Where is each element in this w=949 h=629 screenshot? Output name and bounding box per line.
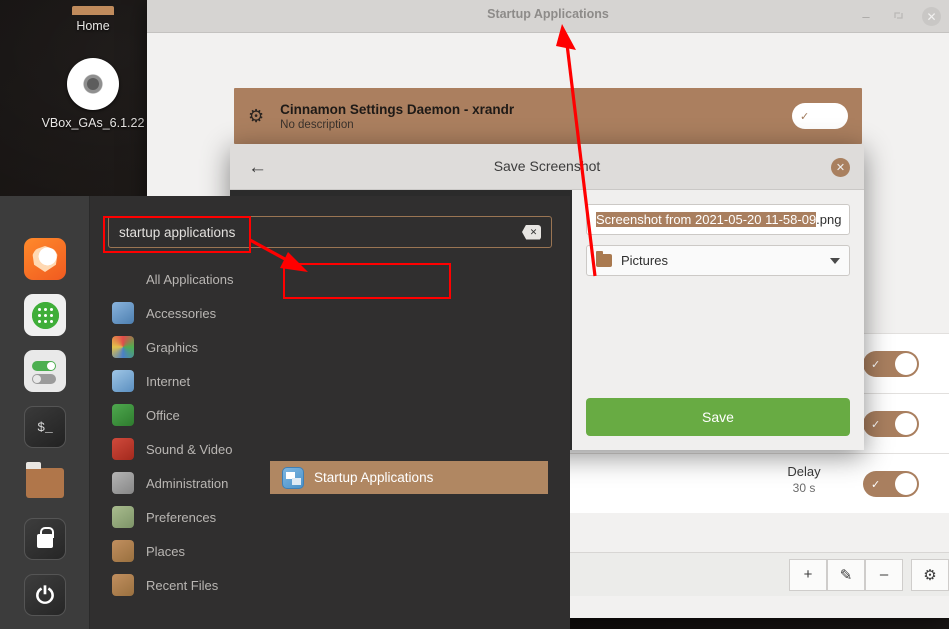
remove-button[interactable]: – (865, 558, 903, 591)
row-toggle[interactable]: ✓ (863, 351, 919, 377)
dock-item-files[interactable] (24, 462, 66, 504)
lock-icon (37, 527, 54, 548)
dialog-header: ← Save Screenshot ✕ (230, 144, 864, 190)
filename-selected-text: Screenshot from 2021-05-20 11-58-09 (596, 212, 817, 227)
sidebar-item-label: Preferences (146, 509, 217, 525)
sidebar-item-preferences[interactable]: Preferences (108, 500, 318, 534)
gear-icon: ⚙ (923, 566, 937, 584)
left-dock-panel: $_ ⏻ (0, 196, 90, 629)
chevron-down-icon (830, 257, 840, 264)
scissors-icon (112, 302, 134, 324)
cinnamon-menu-popup: startup applications ✕ All Applications … (90, 196, 570, 629)
menu-result-label: Startup Applications (314, 470, 434, 485)
sidebar-item-internet[interactable]: Internet (108, 364, 318, 398)
toggle-knob (895, 353, 917, 375)
dialog-form: Screenshot from 2021-05-20 11-58-09 .png … (572, 190, 864, 450)
dock-item-lock[interactable] (24, 518, 66, 560)
sidebar-item-label: Accessories (146, 305, 217, 321)
play-icon (112, 438, 134, 460)
toggle-knob (895, 473, 917, 495)
add-button[interactable]: + (789, 558, 827, 591)
sidebar-item-label: Recent Files (146, 577, 219, 593)
palette-icon (112, 336, 134, 358)
sidebar-item-recent-files[interactable]: Recent Files (108, 568, 318, 602)
sliders-icon (112, 472, 134, 494)
maximize-button[interactable] (890, 10, 906, 23)
folder-icon (112, 540, 134, 562)
desktop-icon-vbox[interactable]: VBox_GAs_6.1.22 (38, 58, 148, 130)
sidebar-item-places[interactable]: Places (108, 534, 318, 568)
options-button[interactable]: ⚙ (911, 558, 949, 591)
clear-search-icon[interactable]: ✕ (522, 224, 541, 240)
sidebar-item-label: Sound & Video (146, 441, 233, 457)
power-icon: ⏻ (35, 581, 55, 608)
annotation-box-result (283, 263, 451, 299)
folder-icon (26, 462, 64, 498)
desktop-icon-home[interactable]: Home (38, 6, 148, 33)
sidebar-item-graphics[interactable]: Graphics (108, 330, 318, 364)
terminal-icon: $_ (37, 419, 53, 435)
sidebar-item-label: Administration (146, 475, 229, 491)
apps-grid-icon (31, 301, 59, 329)
row-delay-label: Delay (787, 464, 821, 479)
home-folder-icon (72, 6, 114, 15)
folder-icon (596, 251, 612, 267)
check-icon: ✓ (871, 418, 881, 431)
menu-category-list: All Applications Accessories Graphics In… (108, 262, 318, 602)
filename-extension: .png (816, 212, 842, 227)
menu-result-startup-applications[interactable]: Startup Applications (270, 461, 548, 494)
sidebar-item-office[interactable]: Office (108, 398, 318, 432)
sidebar-item-label: Graphics (146, 339, 199, 355)
clock-folder-icon (112, 574, 134, 596)
close-button[interactable]: ✕ (922, 7, 941, 26)
window-titlebar[interactable]: Startup Applications – ✕ (147, 0, 949, 33)
location-field-row: Pictures (586, 245, 850, 276)
filename-field-row: Screenshot from 2021-05-20 11-58-09 .png (586, 204, 850, 235)
dock-item-firefox[interactable] (24, 238, 66, 280)
row-delay-value: 30 s (792, 481, 816, 495)
document-icon (112, 404, 134, 426)
startup-applications-icon (282, 466, 304, 489)
edit-button[interactable]: ✎ (827, 558, 865, 591)
filename-input[interactable]: Screenshot from 2021-05-20 11-58-09 .png (586, 204, 850, 235)
check-icon: ✓ (871, 478, 881, 491)
sidebar-item-label: Internet (146, 373, 191, 389)
dock-item-applications[interactable] (24, 294, 66, 336)
check-icon: ✓ (871, 358, 881, 371)
toggles-icon (112, 506, 134, 528)
page-title: Startup Applications (487, 7, 609, 21)
optical-disc-icon (67, 58, 119, 110)
dock-item-terminal[interactable]: $_ (24, 406, 66, 448)
desktop-icon-vbox-label: VBox_GAs_6.1.22 (41, 116, 145, 130)
sidebar-item-label: Places (146, 543, 186, 559)
desktop-icon-home-label: Home (76, 19, 110, 33)
sidebar-item-label: All Applications (146, 271, 234, 287)
location-select[interactable]: Pictures (586, 245, 850, 276)
save-button[interactable]: Save (586, 398, 850, 436)
location-label: Pictures (621, 253, 668, 268)
screen-root: Home VBox_GAs_6.1.22 Startup Application… (0, 0, 949, 629)
annotation-box-search (103, 216, 251, 253)
dialog-close-button[interactable]: ✕ (831, 158, 850, 177)
dialog-title: Save Screenshot (493, 158, 601, 174)
dock-item-power[interactable]: ⏻ (24, 574, 66, 616)
toggle-knob (895, 413, 917, 435)
window-controls: – ✕ (858, 0, 941, 33)
sidebar-item-label: Office (146, 407, 180, 423)
sidebar-item-accessories[interactable]: Accessories (108, 296, 318, 330)
row-toggle[interactable]: ✓ (863, 471, 919, 497)
minimize-button[interactable]: – (858, 10, 874, 23)
row-toggle[interactable]: ✓ (863, 411, 919, 437)
cloud-icon (112, 370, 134, 392)
dock-item-settings[interactable] (24, 350, 66, 392)
